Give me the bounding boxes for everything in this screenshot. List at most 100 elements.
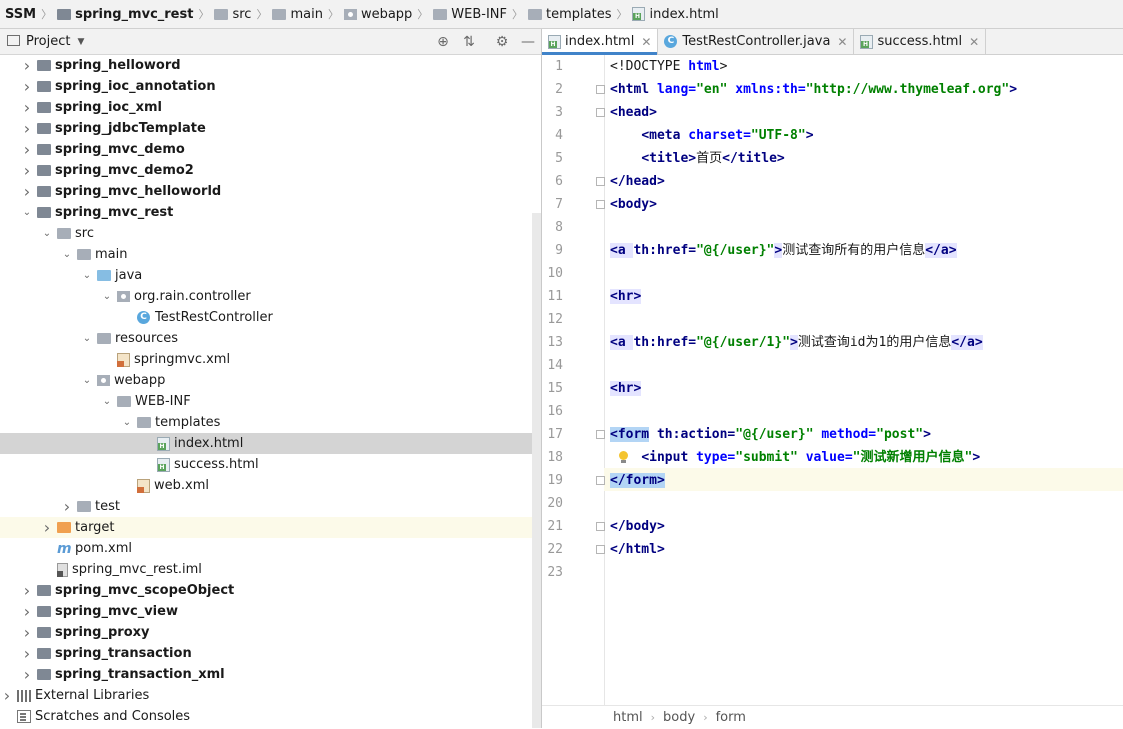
tree-item[interactable]: success.html (0, 454, 541, 475)
chevron-down-icon[interactable]: ⌄ (40, 228, 54, 239)
tab-index-html[interactable]: index.html ✕ (542, 29, 659, 55)
code-token: > (923, 427, 931, 442)
chevron-right-icon[interactable]: › (20, 77, 34, 96)
tree-item[interactable]: › test (0, 496, 541, 517)
chevron-right-icon[interactable]: › (20, 140, 34, 159)
line-number: 7 (555, 197, 563, 212)
tree-item[interactable]: Scratches and Consoles (0, 706, 541, 727)
chevron-right-icon[interactable]: › (40, 518, 54, 537)
tab-success-html[interactable]: success.html ✕ (854, 29, 987, 54)
tree-item[interactable]: ⌄ java (0, 265, 541, 286)
status-breadcrumb-item[interactable]: form (716, 710, 746, 725)
breadcrumb-item[interactable]: main 〉 (267, 0, 339, 28)
chevron-right-icon[interactable]: › (20, 56, 34, 75)
fold-marker-icon[interactable] (596, 200, 605, 209)
tree-item[interactable]: › spring_helloword (0, 55, 541, 76)
code-token: lang= (656, 82, 697, 97)
chevron-right-icon[interactable]: › (20, 665, 34, 684)
tree-item[interactable]: › spring_ioc_xml (0, 97, 541, 118)
collapse-all-icon[interactable]: ⇅ (460, 33, 478, 51)
status-breadcrumb-item[interactable]: html (613, 710, 643, 725)
tree-item[interactable]: ⌄ WEB-INF (0, 391, 541, 412)
chevron-right-icon[interactable]: › (20, 602, 34, 621)
lightbulb-icon[interactable] (618, 451, 629, 464)
chevron-right-icon[interactable]: › (60, 497, 74, 516)
tree-item[interactable]: › spring_transaction (0, 643, 541, 664)
tree-item[interactable]: › spring_jdbcTemplate (0, 118, 541, 139)
project-panel-header: Project ▼ ⊕ ⇅ ⚙ — (0, 29, 541, 55)
chevron-down-icon[interactable]: ⌄ (80, 270, 94, 281)
tree-item[interactable]: ⌄ resources (0, 328, 541, 349)
gear-icon[interactable]: ⚙ (493, 33, 511, 51)
html-file-icon (548, 34, 561, 49)
breadcrumb-item[interactable]: WEB-INF 〉 (428, 0, 523, 28)
chevron-down-icon[interactable]: ⌄ (80, 375, 94, 386)
breadcrumb-item[interactable]: SSM 〉 (0, 0, 52, 28)
close-icon[interactable]: ✕ (837, 35, 847, 49)
tree-item[interactable]: ⌄ org.rain.controller (0, 286, 541, 307)
chevron-down-icon[interactable]: ⌄ (100, 291, 114, 302)
fold-marker-icon[interactable] (596, 430, 605, 439)
tree-item[interactable]: index.html (0, 433, 541, 454)
status-breadcrumb-item[interactable]: body (663, 710, 695, 725)
breadcrumb-item[interactable]: templates 〉 (523, 0, 627, 28)
tree-item[interactable]: web.xml (0, 475, 541, 496)
breadcrumb-separator-icon: › (650, 711, 656, 724)
tree-item[interactable]: › spring_mvc_demo (0, 139, 541, 160)
chevron-down-icon[interactable]: ⌄ (60, 249, 74, 260)
chevron-right-icon[interactable]: › (20, 623, 34, 642)
tree-item[interactable]: ⌄ main (0, 244, 541, 265)
chevron-down-icon[interactable]: ⌄ (20, 207, 34, 218)
chevron-right-icon[interactable]: › (20, 182, 34, 201)
fold-marker-icon[interactable] (596, 177, 605, 186)
fold-marker-icon[interactable] (596, 85, 605, 94)
tree-item[interactable]: › External Libraries (0, 685, 541, 706)
tree-item[interactable]: › target (0, 517, 541, 538)
tree-item[interactable]: › spring_mvc_helloworld (0, 181, 541, 202)
tree-item-label: springmvc.xml (134, 352, 231, 367)
breadcrumb-item[interactable]: spring_mvc_rest 〉 (52, 0, 209, 28)
tree-item[interactable]: ⌄ templates (0, 412, 541, 433)
tree-item[interactable]: m pom.xml (0, 538, 541, 559)
tree-item[interactable]: ⌄ src (0, 223, 541, 244)
breadcrumb-item[interactable]: index.html (627, 0, 719, 28)
fold-marker-icon[interactable] (596, 476, 605, 485)
tree-item-label: success.html (174, 457, 259, 472)
tree-item[interactable]: spring_mvc_rest.iml (0, 559, 541, 580)
chevron-down-icon[interactable]: ▼ (77, 37, 84, 47)
breadcrumb-item[interactable]: webapp 〉 (339, 0, 428, 28)
tree-item[interactable]: › spring_mvc_scopeObject (0, 580, 541, 601)
chevron-down-icon[interactable]: ⌄ (120, 417, 134, 428)
module-folder-icon (37, 585, 51, 596)
tree-item[interactable]: › spring_mvc_view (0, 601, 541, 622)
breadcrumb-item[interactable]: src 〉 (209, 0, 267, 28)
chevron-right-icon[interactable]: › (20, 119, 34, 138)
close-icon[interactable]: ✕ (969, 35, 979, 49)
line-number: 14 (547, 358, 563, 373)
tree-item[interactable]: › spring_transaction_xml (0, 664, 541, 685)
project-tree-scrollbar[interactable] (532, 213, 541, 728)
chevron-right-icon[interactable]: › (20, 581, 34, 600)
fold-marker-icon[interactable] (596, 522, 605, 531)
tree-item[interactable]: ⌄ spring_mvc_rest (0, 202, 541, 223)
project-panel-title[interactable]: Project (26, 34, 70, 49)
tree-item[interactable]: C TestRestController (0, 307, 541, 328)
tree-item[interactable]: › spring_proxy (0, 622, 541, 643)
code-line: </body> (610, 515, 665, 538)
chevron-down-icon[interactable]: ⌄ (100, 396, 114, 407)
fold-marker-icon[interactable] (596, 545, 605, 554)
tree-item[interactable]: › spring_mvc_demo2 (0, 160, 541, 181)
chevron-right-icon[interactable]: › (0, 686, 14, 705)
tree-item[interactable]: ⌄ webapp (0, 370, 541, 391)
close-icon[interactable]: ✕ (641, 35, 651, 49)
chevron-down-icon[interactable]: ⌄ (80, 333, 94, 344)
chevron-right-icon[interactable]: › (20, 98, 34, 117)
tab-testrestcontroller-java[interactable]: C TestRestController.java ✕ (658, 29, 855, 54)
chevron-right-icon[interactable]: › (20, 161, 34, 180)
fold-marker-icon[interactable] (596, 108, 605, 117)
tree-item[interactable]: springmvc.xml (0, 349, 541, 370)
minimize-icon[interactable]: — (519, 33, 537, 51)
tree-item[interactable]: › spring_ioc_annotation (0, 76, 541, 97)
chevron-right-icon[interactable]: › (20, 644, 34, 663)
locate-icon[interactable]: ⊕ (434, 33, 452, 51)
